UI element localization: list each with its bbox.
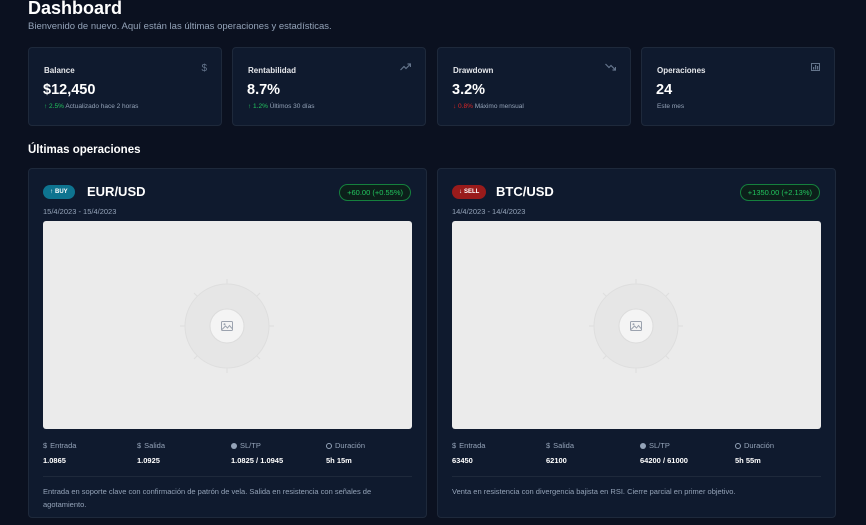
metric-label: Duración [735, 441, 774, 450]
metric-label-text: SL/TP [240, 441, 261, 450]
stat-card-rentabilidad: Rentabilidad 8.7% ↑ 1.2% Últimos 30 días [232, 47, 426, 126]
operation-dates: 15/4/2023 - 15/4/2023 [43, 207, 117, 216]
dollar-icon: $ [201, 63, 207, 74]
stat-card-balance: Balance $ $12,450 ↑ 2.5% Actualizado hac… [28, 47, 222, 126]
side-badge-buy: ↑ BUY [43, 185, 75, 199]
metric-value: 62100 [546, 456, 567, 465]
pnl-badge: +60.00 (+0.55%) [339, 184, 411, 201]
stat-value: 8.7% [247, 82, 281, 98]
metric-label-text: Entrada [50, 441, 77, 450]
metric-value: 64200 / 61000 [640, 456, 688, 465]
stat-subtext: ↑ 2.5% Actualizado hace 2 horas [44, 103, 138, 110]
metric-value: 5h 15m [326, 456, 352, 465]
stat-label: Rentabilidad [248, 66, 297, 75]
arrow-up-icon: ↑ [50, 189, 53, 195]
stat-label: Balance [44, 66, 75, 75]
stat-card-operaciones: Operaciones 24 Este mes [641, 47, 835, 126]
metric-value: 1.0825 / 1.0945 [231, 456, 284, 465]
stat-card-drawdown: Drawdown 3.2% ↓ 0.8% Máximo mensual [437, 47, 631, 126]
divider [43, 476, 412, 477]
arrow-down-icon: ↓ [459, 189, 462, 195]
stat-note: Actualizado hace 2 horas [65, 103, 139, 110]
stat-value: 3.2% [452, 82, 486, 98]
metric-entry: $ Entrada 1.0865 [43, 441, 76, 465]
bar-chart-icon [811, 63, 820, 74]
metric-value: 5h 55m [735, 456, 761, 465]
page-subtitle: Bienvenido de nuevo. Aquí están las últi… [28, 21, 332, 32]
operation-note: Venta en resistencia con divergencia baj… [452, 487, 736, 496]
stat-value: 24 [656, 82, 673, 98]
metric-label: $ Entrada [43, 441, 76, 450]
stat-label: Drawdown [453, 66, 494, 75]
stat-delta: ↓ 0.8% [453, 103, 473, 110]
stat-delta: ↑ 2.5% [44, 103, 64, 110]
target-icon [231, 442, 237, 449]
clock-icon [326, 442, 332, 449]
target-icon [640, 442, 646, 449]
metric-label-text: Salida [144, 441, 166, 450]
stat-subtext: ↓ 0.8% Máximo mensual [453, 103, 524, 110]
operation-dates: 14/4/2023 - 14/4/2023 [452, 207, 526, 216]
metric-label: SL/TP [231, 441, 283, 450]
operation-card[interactable]: ↓ SELL BTC/USD +1350.00 (+2.13%) 14/4/20… [437, 168, 836, 518]
metric-label-text: Duración [335, 441, 366, 450]
metric-duration: Duración 5h 55m [735, 441, 774, 465]
metric-duration: Duración 5h 15m [326, 441, 365, 465]
chart-image-placeholder [452, 221, 821, 429]
metric-label-text: Salida [553, 441, 575, 450]
stat-subtext: ↑ 1.2% Últimos 30 días [248, 103, 314, 110]
stat-value: $12,450 [43, 82, 96, 98]
clock-icon [735, 442, 741, 449]
metric-label: $ Salida [137, 441, 165, 450]
dollar-icon: $ [137, 441, 142, 450]
metric-label: SL/TP [640, 441, 688, 450]
image-icon [630, 321, 642, 331]
operation-card[interactable]: ↑ BUY EUR/USD +60.00 (+0.55%) 15/4/2023 … [28, 168, 427, 518]
side-label: BUY [55, 189, 68, 195]
image-icon [221, 321, 233, 331]
stat-delta: ↑ 1.2% [248, 103, 268, 110]
metric-entry: $ Entrada 63450 [452, 441, 485, 465]
stat-note: Este mes [657, 103, 685, 110]
metric-value: 1.0925 [137, 456, 160, 465]
metric-value: 63450 [452, 456, 473, 465]
pair-name: EUR/USD [87, 184, 146, 199]
chart-image-placeholder [43, 221, 412, 429]
metric-sltp: SL/TP 64200 / 61000 [640, 441, 688, 465]
divider [452, 476, 821, 477]
stat-label: Operaciones [657, 66, 706, 75]
metric-label-text: SL/TP [649, 441, 670, 450]
metric-label: $ Salida [546, 441, 574, 450]
side-badge-sell: ↓ SELL [452, 185, 487, 199]
metric-label: $ Entrada [452, 441, 485, 450]
stat-note: Últimos 30 días [269, 103, 315, 110]
operation-note: Entrada en soporte clave con confirmació… [43, 487, 372, 509]
side-label: SELL [464, 189, 480, 195]
page-title: Dashboard [28, 0, 123, 18]
dollar-icon: $ [43, 441, 48, 450]
metric-value: 1.0865 [43, 456, 66, 465]
metric-label-text: Duración [744, 441, 775, 450]
metric-label: Duración [326, 441, 365, 450]
dollar-icon: $ [452, 441, 457, 450]
stat-subtext: Este mes [657, 103, 684, 110]
trending-up-icon [400, 63, 412, 74]
pnl-badge: +1350.00 (+2.13%) [739, 184, 820, 201]
trending-down-icon [605, 63, 617, 74]
section-title: Últimas operaciones [28, 144, 141, 156]
pair-name: BTC/USD [496, 184, 554, 199]
stat-note: Máximo mensual [474, 103, 524, 110]
dollar-icon: $ [546, 441, 551, 450]
metric-exit: $ Salida 62100 [546, 441, 574, 465]
metric-sltp: SL/TP 1.0825 / 1.0945 [231, 441, 283, 465]
metric-exit: $ Salida 1.0925 [137, 441, 165, 465]
metric-label-text: Entrada [459, 441, 486, 450]
